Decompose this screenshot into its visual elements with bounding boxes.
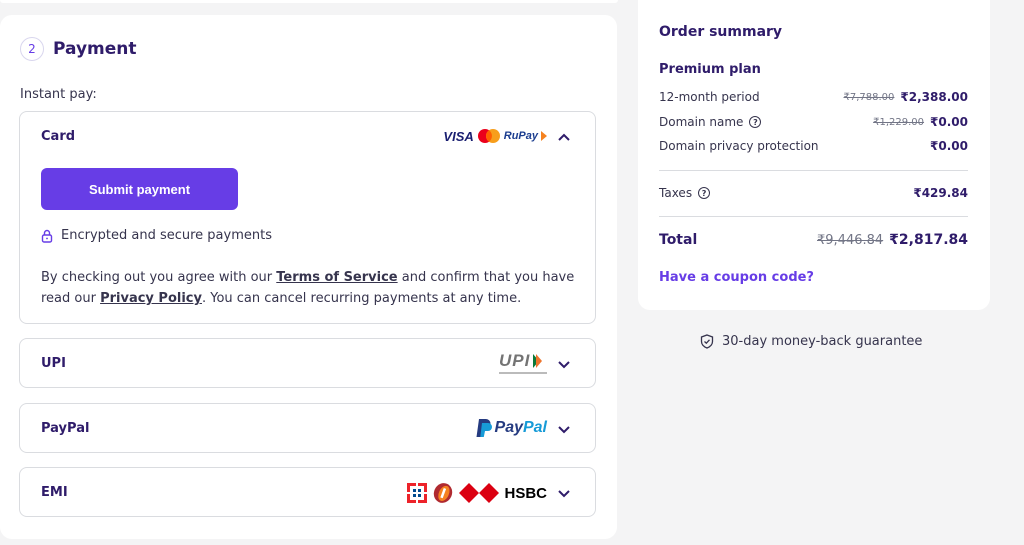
money-back-guarantee: 30-day money-back guarantee (700, 334, 922, 349)
order-summary-title: Order summary (659, 24, 783, 40)
instant-pay-label: Instant pay: (20, 87, 97, 102)
visa-logo: VISA (443, 128, 474, 144)
card-method-header[interactable]: Card VISA RuPay (20, 112, 595, 162)
hsbc-logo-text: HSBC (504, 484, 547, 502)
mastercard-logo (477, 129, 500, 143)
paypal-p-icon (476, 419, 492, 437)
divider (659, 216, 968, 217)
card-label: Card (41, 129, 76, 144)
privacy-policy-link[interactable]: Privacy Policy (100, 291, 202, 306)
chevron-up-icon[interactable] (557, 132, 571, 142)
row-label: Domain name (659, 115, 744, 129)
coupon-code-link[interactable]: Have a coupon code? (659, 270, 814, 285)
plan-name: Premium plan (659, 62, 761, 77)
total-row: Total ₹9,446.84 ₹2,817.84 (659, 232, 968, 248)
agreement-text-1: By checking out you agree with our (41, 270, 277, 285)
original-price: ₹7,788.00 (843, 91, 895, 103)
summary-row: 12-month period ₹7,788.00 ₹2,388.00 (659, 90, 968, 104)
row-label: Domain privacy protection (659, 139, 819, 153)
upi-logo-underline (499, 372, 547, 374)
terms-agreement: By checking out you agree with our Terms… (41, 267, 581, 309)
chevron-down-icon[interactable] (557, 488, 571, 498)
paypal-logo-pay: Pay (494, 419, 523, 436)
emi-label: EMI (41, 485, 68, 500)
divider (659, 170, 968, 171)
total-original-price: ₹9,446.84 (817, 232, 884, 248)
order-summary: Order summary Premium plan 12-month peri… (638, 0, 990, 310)
emi-method[interactable]: EMI HSBC (19, 467, 596, 517)
taxes-value: ₹429.84 (913, 186, 968, 200)
emi-bank-logos: HSBC (407, 482, 547, 504)
paypal-method[interactable]: PayPal PayPal (19, 403, 596, 453)
paypal-label: PayPal (41, 421, 90, 436)
upi-logo: UPI (499, 351, 547, 374)
row-value: ₹2,388.00 (900, 90, 968, 104)
upi-label: UPI (41, 356, 66, 371)
card-logos: VISA RuPay (443, 128, 547, 144)
total-label: Total (659, 232, 698, 248)
upi-logo-text: UPI (499, 351, 531, 370)
original-price: ₹1,229.00 (873, 116, 925, 128)
secure-payments-note: Encrypted and secure payments (41, 228, 272, 243)
hdfc-logo (407, 483, 428, 503)
total-value: ₹2,817.84 (889, 232, 968, 248)
submit-payment-button[interactable]: Submit payment (41, 168, 238, 210)
upi-arrows-icon (533, 354, 543, 368)
paypal-logo: PayPal (476, 418, 547, 438)
payment-section: 2 Payment Instant pay: Card VISA RuPay S… (0, 15, 617, 539)
terms-of-service-link[interactable]: Terms of Service (276, 270, 397, 285)
guarantee-text: 30-day money-back guarantee (722, 334, 923, 349)
lock-icon (41, 229, 53, 243)
help-icon[interactable]: ? (749, 116, 762, 128)
previous-section-edge (0, 0, 618, 3)
hsbc-hexagon-icon (459, 483, 500, 503)
rupay-arrow-icon (541, 131, 547, 141)
chevron-down-icon[interactable] (557, 424, 571, 434)
summary-row: Domain privacy protection ₹0.00 (659, 139, 968, 153)
row-value: ₹0.00 (930, 139, 968, 153)
agreement-text-3: . You can cancel recurring payments at a… (201, 291, 522, 306)
help-icon[interactable]: ? (698, 187, 711, 199)
secure-text: Encrypted and secure payments (61, 228, 272, 243)
taxes-row: Taxes? ₹429.84 (659, 186, 968, 200)
icici-logo (434, 483, 453, 503)
card-method: Card VISA RuPay Submit payment Encrypted… (19, 111, 596, 324)
summary-row: Domain name? ₹1,229.00 ₹0.00 (659, 115, 968, 129)
chevron-down-icon[interactable] (557, 359, 571, 369)
row-value: ₹0.00 (930, 115, 968, 129)
rupay-logo: RuPay (503, 130, 538, 142)
taxes-label: Taxes (659, 186, 693, 200)
paypal-logo-pal: Pal (522, 419, 547, 436)
step-number: 2 (20, 37, 44, 61)
payment-title: Payment (53, 39, 137, 59)
shield-check-icon (700, 334, 714, 349)
upi-method[interactable]: UPI UPI (19, 338, 596, 388)
row-label: 12-month period (659, 90, 760, 104)
